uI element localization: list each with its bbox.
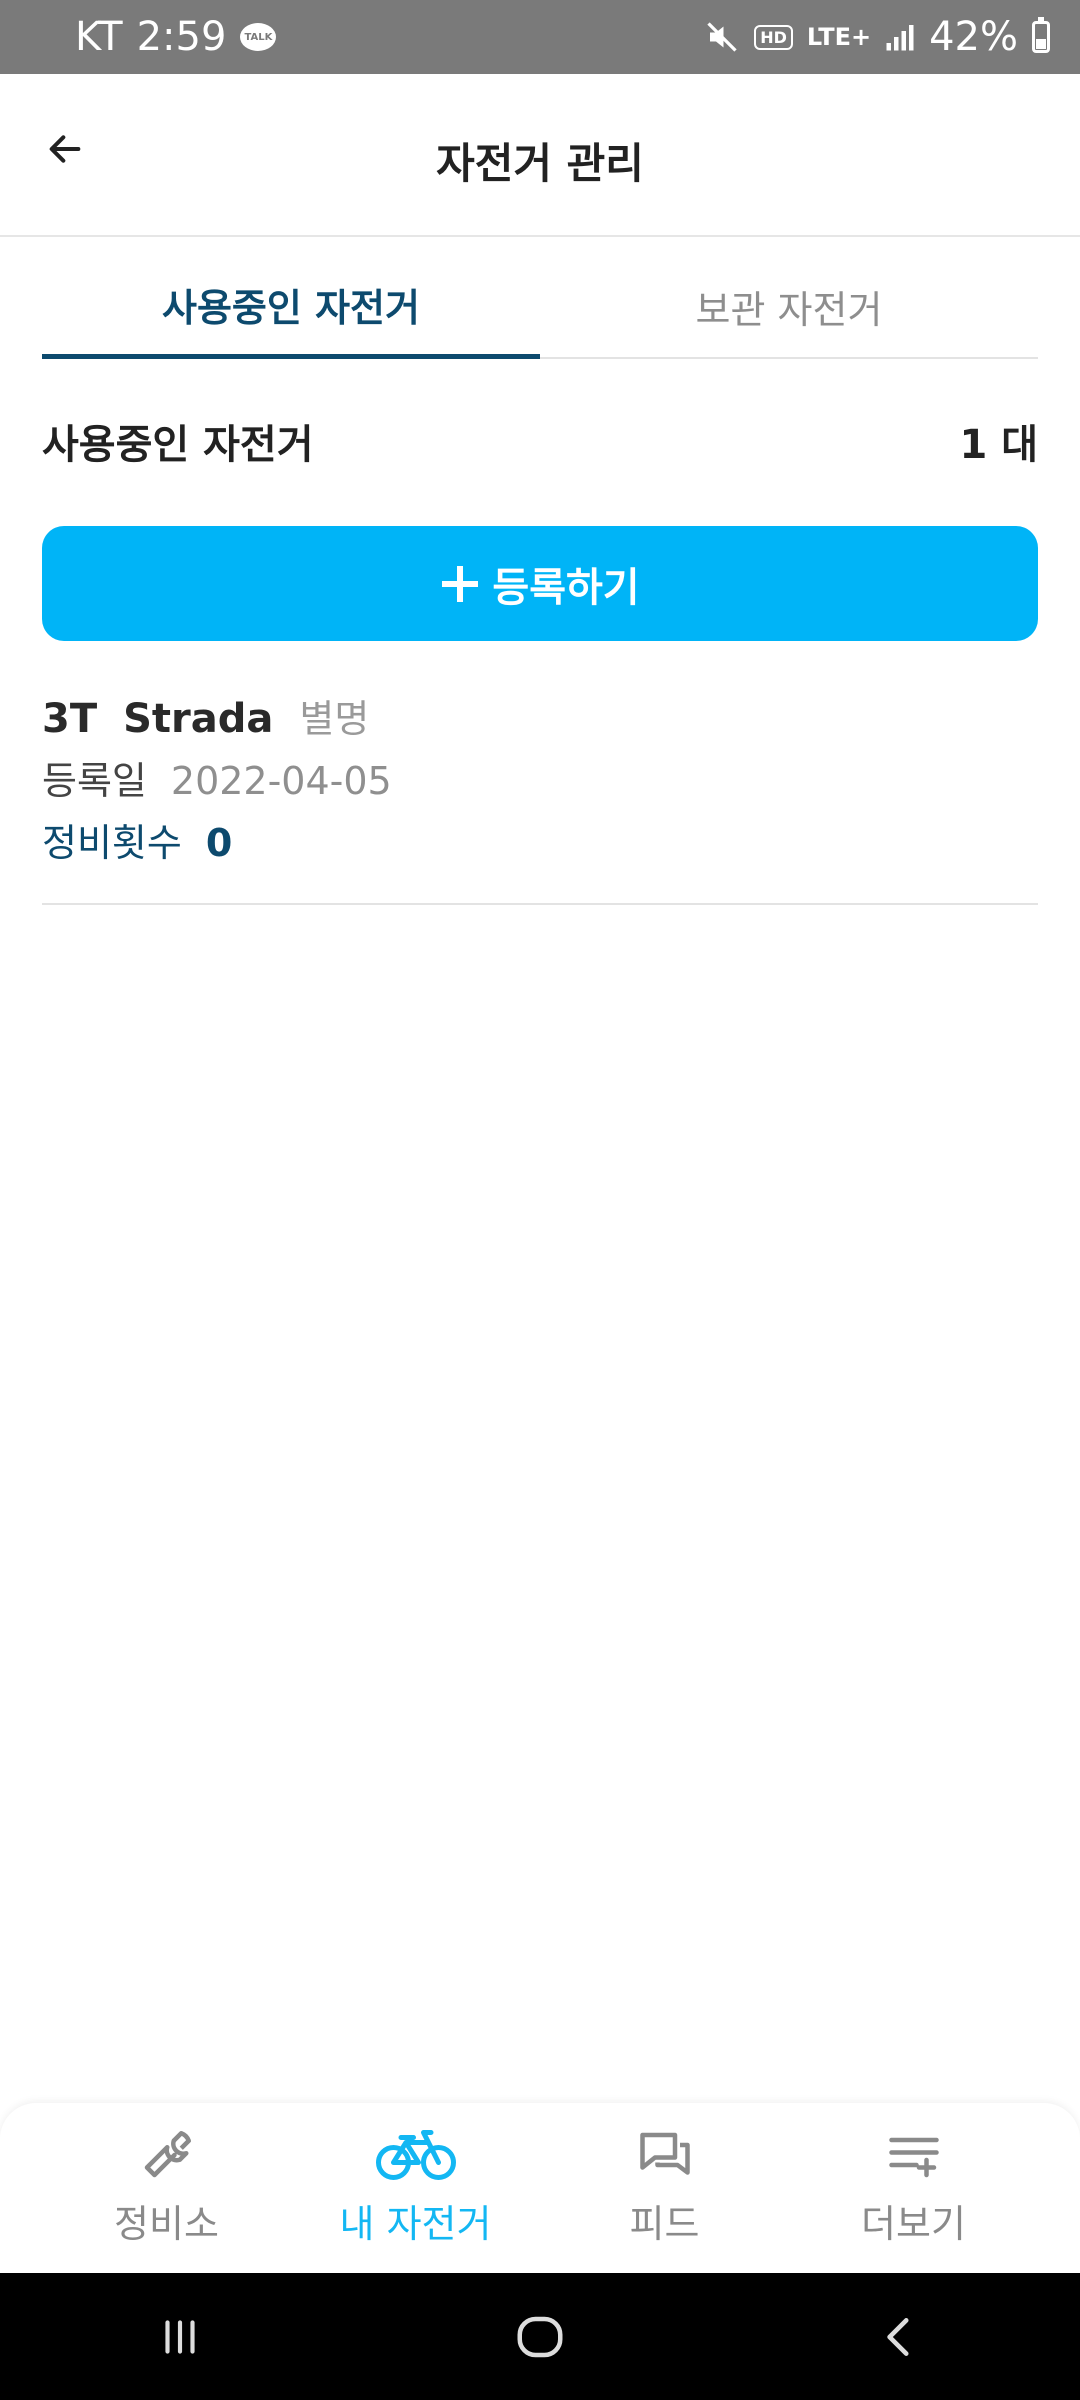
battery-icon: [1032, 17, 1050, 53]
bicycle-icon: [375, 2125, 456, 2185]
nav-item-feed[interactable]: 피드: [540, 2103, 789, 2273]
nav-label-my-bike: 내 자전거: [339, 2202, 492, 2246]
mute-icon: [704, 19, 740, 55]
nav-label-feed: 피드: [629, 2202, 700, 2246]
hd-voice-icon: HD: [754, 24, 793, 50]
tab-in-use[interactable]: 사용중인 자전거: [42, 237, 540, 359]
bike-brand: 3T: [42, 696, 98, 742]
recent-apps-button[interactable]: [120, 2297, 240, 2377]
battery-percent: 42%: [929, 14, 1018, 60]
tab-storage[interactable]: 보관 자전거: [540, 237, 1038, 357]
bike-model: Strada: [123, 696, 274, 742]
nav-label-repair-shop: 정비소: [114, 2202, 219, 2246]
carrier-label: KT: [75, 14, 123, 60]
maintenance-count: 0: [205, 821, 233, 865]
lte-icon: LTE+: [806, 23, 872, 51]
bottom-nav: 정비소 내 자전거 피드 더보기: [0, 2103, 1080, 2273]
nav-label-more: 더보기: [861, 2202, 966, 2246]
count-label: 사용중인 자전거: [42, 422, 314, 468]
chat-bubbles-icon: [625, 2125, 705, 2185]
maintenance-label: 정비횟수: [42, 821, 182, 865]
wrench-icon: [127, 2125, 207, 2185]
page-title: 자전거 관리: [436, 139, 644, 188]
recent-apps-icon: [165, 2319, 195, 2354]
bike-count-row: 사용중인 자전거 1 대: [42, 412, 1038, 470]
nav-item-my-bike[interactable]: 내 자전거: [291, 2103, 540, 2273]
list-item[interactable]: 3T Strada 별명 등록일 2022-04-05 정비횟수 0: [42, 676, 1038, 905]
app-header: 자전거 관리: [0, 74, 1080, 237]
status-bar: KT 2:59 TALK HD LTE+ 42%: [0, 0, 1080, 74]
home-button[interactable]: [480, 2297, 600, 2377]
register-button[interactable]: 등록하기: [42, 526, 1038, 641]
chevron-left-icon: [887, 2317, 909, 2356]
registered-label: 등록일: [42, 759, 147, 803]
home-icon: [517, 2316, 563, 2357]
nav-item-more[interactable]: 더보기: [789, 2103, 1038, 2273]
plus-icon: [440, 564, 480, 604]
menu-plus-icon: [874, 2125, 954, 2185]
nav-item-repair-shop[interactable]: 정비소: [42, 2103, 291, 2273]
system-back-button[interactable]: [840, 2297, 960, 2377]
bike-nickname: 별명: [299, 697, 370, 741]
system-nav-bar: [0, 2273, 1080, 2400]
clock: 2:59: [136, 14, 227, 60]
signal-icon: [885, 22, 915, 52]
count-value: 1 대: [959, 422, 1038, 468]
bike-tabs: 사용중인 자전거 보관 자전거: [42, 237, 1038, 359]
register-button-label: 등록하기: [492, 564, 640, 611]
kakaotalk-icon: TALK: [240, 23, 277, 51]
registered-date: 2022-04-05: [170, 759, 392, 803]
